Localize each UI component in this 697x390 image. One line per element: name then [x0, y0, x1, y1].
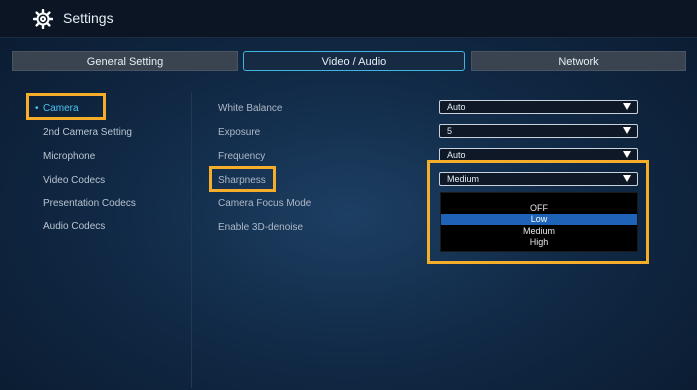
triangle-down-icon	[623, 127, 631, 134]
enable-3d-denoise-label: Enable 3D-denoise	[218, 222, 304, 233]
triangle-down-icon	[623, 103, 631, 110]
window-title: Settings	[63, 10, 114, 26]
exposure-value: 5	[447, 126, 453, 136]
camera-focus-mode-label: Camera Focus Mode	[218, 198, 312, 209]
frequency-value: Auto	[447, 150, 466, 160]
highlight-box-sharpness	[209, 166, 276, 192]
white-balance-dropdown[interactable]: Auto	[439, 100, 638, 114]
sidebar-item-2nd-camera-setting[interactable]: 2nd Camera Setting	[43, 127, 132, 138]
frequency-label: Frequency	[218, 151, 266, 162]
divider	[191, 92, 192, 388]
tab-video-audio[interactable]: Video / Audio	[243, 51, 465, 71]
triangle-down-icon	[623, 151, 631, 158]
sidebar-item-presentation-codecs[interactable]: Presentation Codecs	[43, 198, 136, 209]
tab-general-setting[interactable]: General Setting	[12, 51, 238, 71]
white-balance-value: Auto	[447, 102, 466, 112]
exposure-label: Exposure	[218, 127, 261, 138]
gear-icon	[33, 9, 53, 29]
white-balance-label: White Balance	[218, 103, 283, 114]
sidebar-item-audio-codecs[interactable]: Audio Codecs	[43, 221, 105, 232]
sidebar-item-video-codecs[interactable]: Video Codecs	[43, 175, 105, 186]
highlight-box-sharpness-dropdown	[427, 160, 649, 264]
tab-network[interactable]: Network	[471, 51, 686, 71]
title-bar: Settings	[0, 0, 697, 38]
sidebar-item-microphone[interactable]: Microphone	[43, 151, 95, 162]
exposure-dropdown[interactable]: 5	[439, 124, 638, 138]
highlight-box-camera	[26, 93, 106, 120]
